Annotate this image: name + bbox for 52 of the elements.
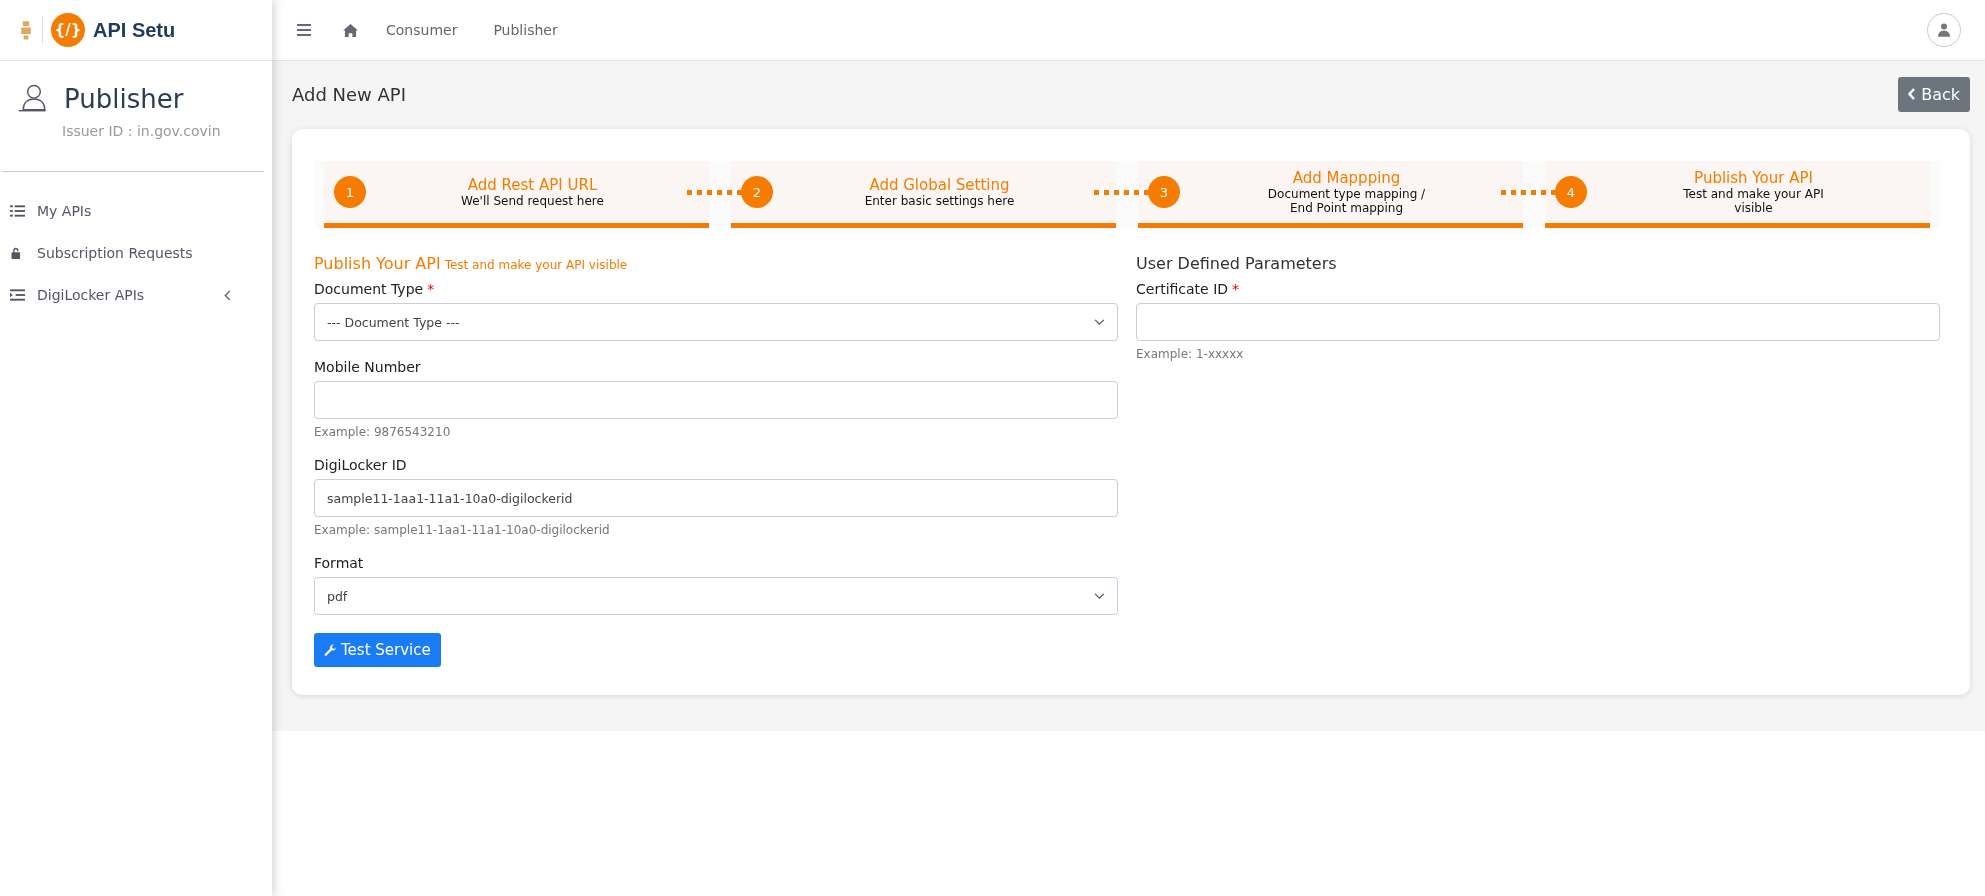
field-hint: Example: sample11-1aa1-11a1-10a0-digilockerid xyxy=(314,523,611,537)
list-icon xyxy=(10,205,25,217)
section-heading: Publish Your API xyxy=(314,254,441,273)
step-number: 1 xyxy=(334,176,366,208)
field-label: Document Type xyxy=(314,281,424,297)
step-title: Add Mappping xyxy=(1292,169,1401,187)
field-label: Mobile Number xyxy=(314,359,421,375)
required-mark: * xyxy=(427,281,435,297)
input-field[interactable]: sample11-1aa1-11a1-10a0-digilockerid xyxy=(314,479,1118,517)
step-subtitle: Test and make your API visible xyxy=(1682,187,1825,215)
step-title: Add Global Setting xyxy=(869,176,1010,194)
step-subtitle: Enter basic settings here xyxy=(864,194,1015,208)
step-number: 3 xyxy=(1148,176,1180,208)
nav-link[interactable]: Consumer xyxy=(386,22,458,38)
chevron-left-icon xyxy=(224,289,232,301)
nav-link[interactable]: Publisher xyxy=(493,22,558,38)
select-field[interactable]: pdf xyxy=(314,577,1118,615)
sidebar-item[interactable]: My APIs xyxy=(0,190,272,232)
page-title: Add New API xyxy=(292,83,407,105)
indent-icon xyxy=(10,289,25,301)
step-number: 4 xyxy=(1555,176,1587,208)
issuer-id: Issuer ID : in.gov.covin xyxy=(61,122,222,139)
menu-icon[interactable] xyxy=(297,24,311,36)
field-hint: Example: 1-xxxxx xyxy=(1136,347,1245,361)
input-field[interactable] xyxy=(314,381,1118,419)
back-button[interactable]: Back xyxy=(1898,76,1970,112)
field-hint: Example: 9876543210 xyxy=(314,425,452,439)
brand-name: API Setu xyxy=(93,18,176,42)
select-field[interactable]: --- Document Type --- xyxy=(314,303,1118,341)
step-title: Publish Your API xyxy=(1694,169,1813,187)
step-number: 2 xyxy=(741,176,773,208)
field-label: Certificate ID xyxy=(1136,281,1229,297)
sidebar-item[interactable]: DigiLocker APIs xyxy=(0,274,272,316)
field-label: DigiLocker ID xyxy=(314,457,407,473)
chevron-down-icon xyxy=(1094,318,1105,326)
step-title: Add Rest API URL xyxy=(467,176,598,194)
wrench-icon xyxy=(324,643,337,657)
test-service-button[interactable]: Test Service xyxy=(314,633,441,667)
section-note: Test and make your API visible xyxy=(444,258,628,272)
home-icon[interactable] xyxy=(343,23,358,37)
sidebar-item[interactable]: Subscription Requests xyxy=(0,232,272,274)
profile-title: Publisher xyxy=(64,84,184,114)
logo: {/} xyxy=(51,13,85,47)
step-subtitle: We'll Send request here xyxy=(461,194,604,208)
chevron-left-icon xyxy=(1908,88,1917,100)
section-heading: User Defined Parameters xyxy=(1136,254,1337,273)
step-subtitle: Document type mapping / End Point mapping xyxy=(1266,187,1427,215)
chevron-down-icon xyxy=(1094,592,1105,600)
required-mark: * xyxy=(1232,281,1240,297)
field-label: Format xyxy=(314,555,364,571)
user-icon xyxy=(1938,23,1950,37)
input-field[interactable] xyxy=(1136,303,1940,341)
